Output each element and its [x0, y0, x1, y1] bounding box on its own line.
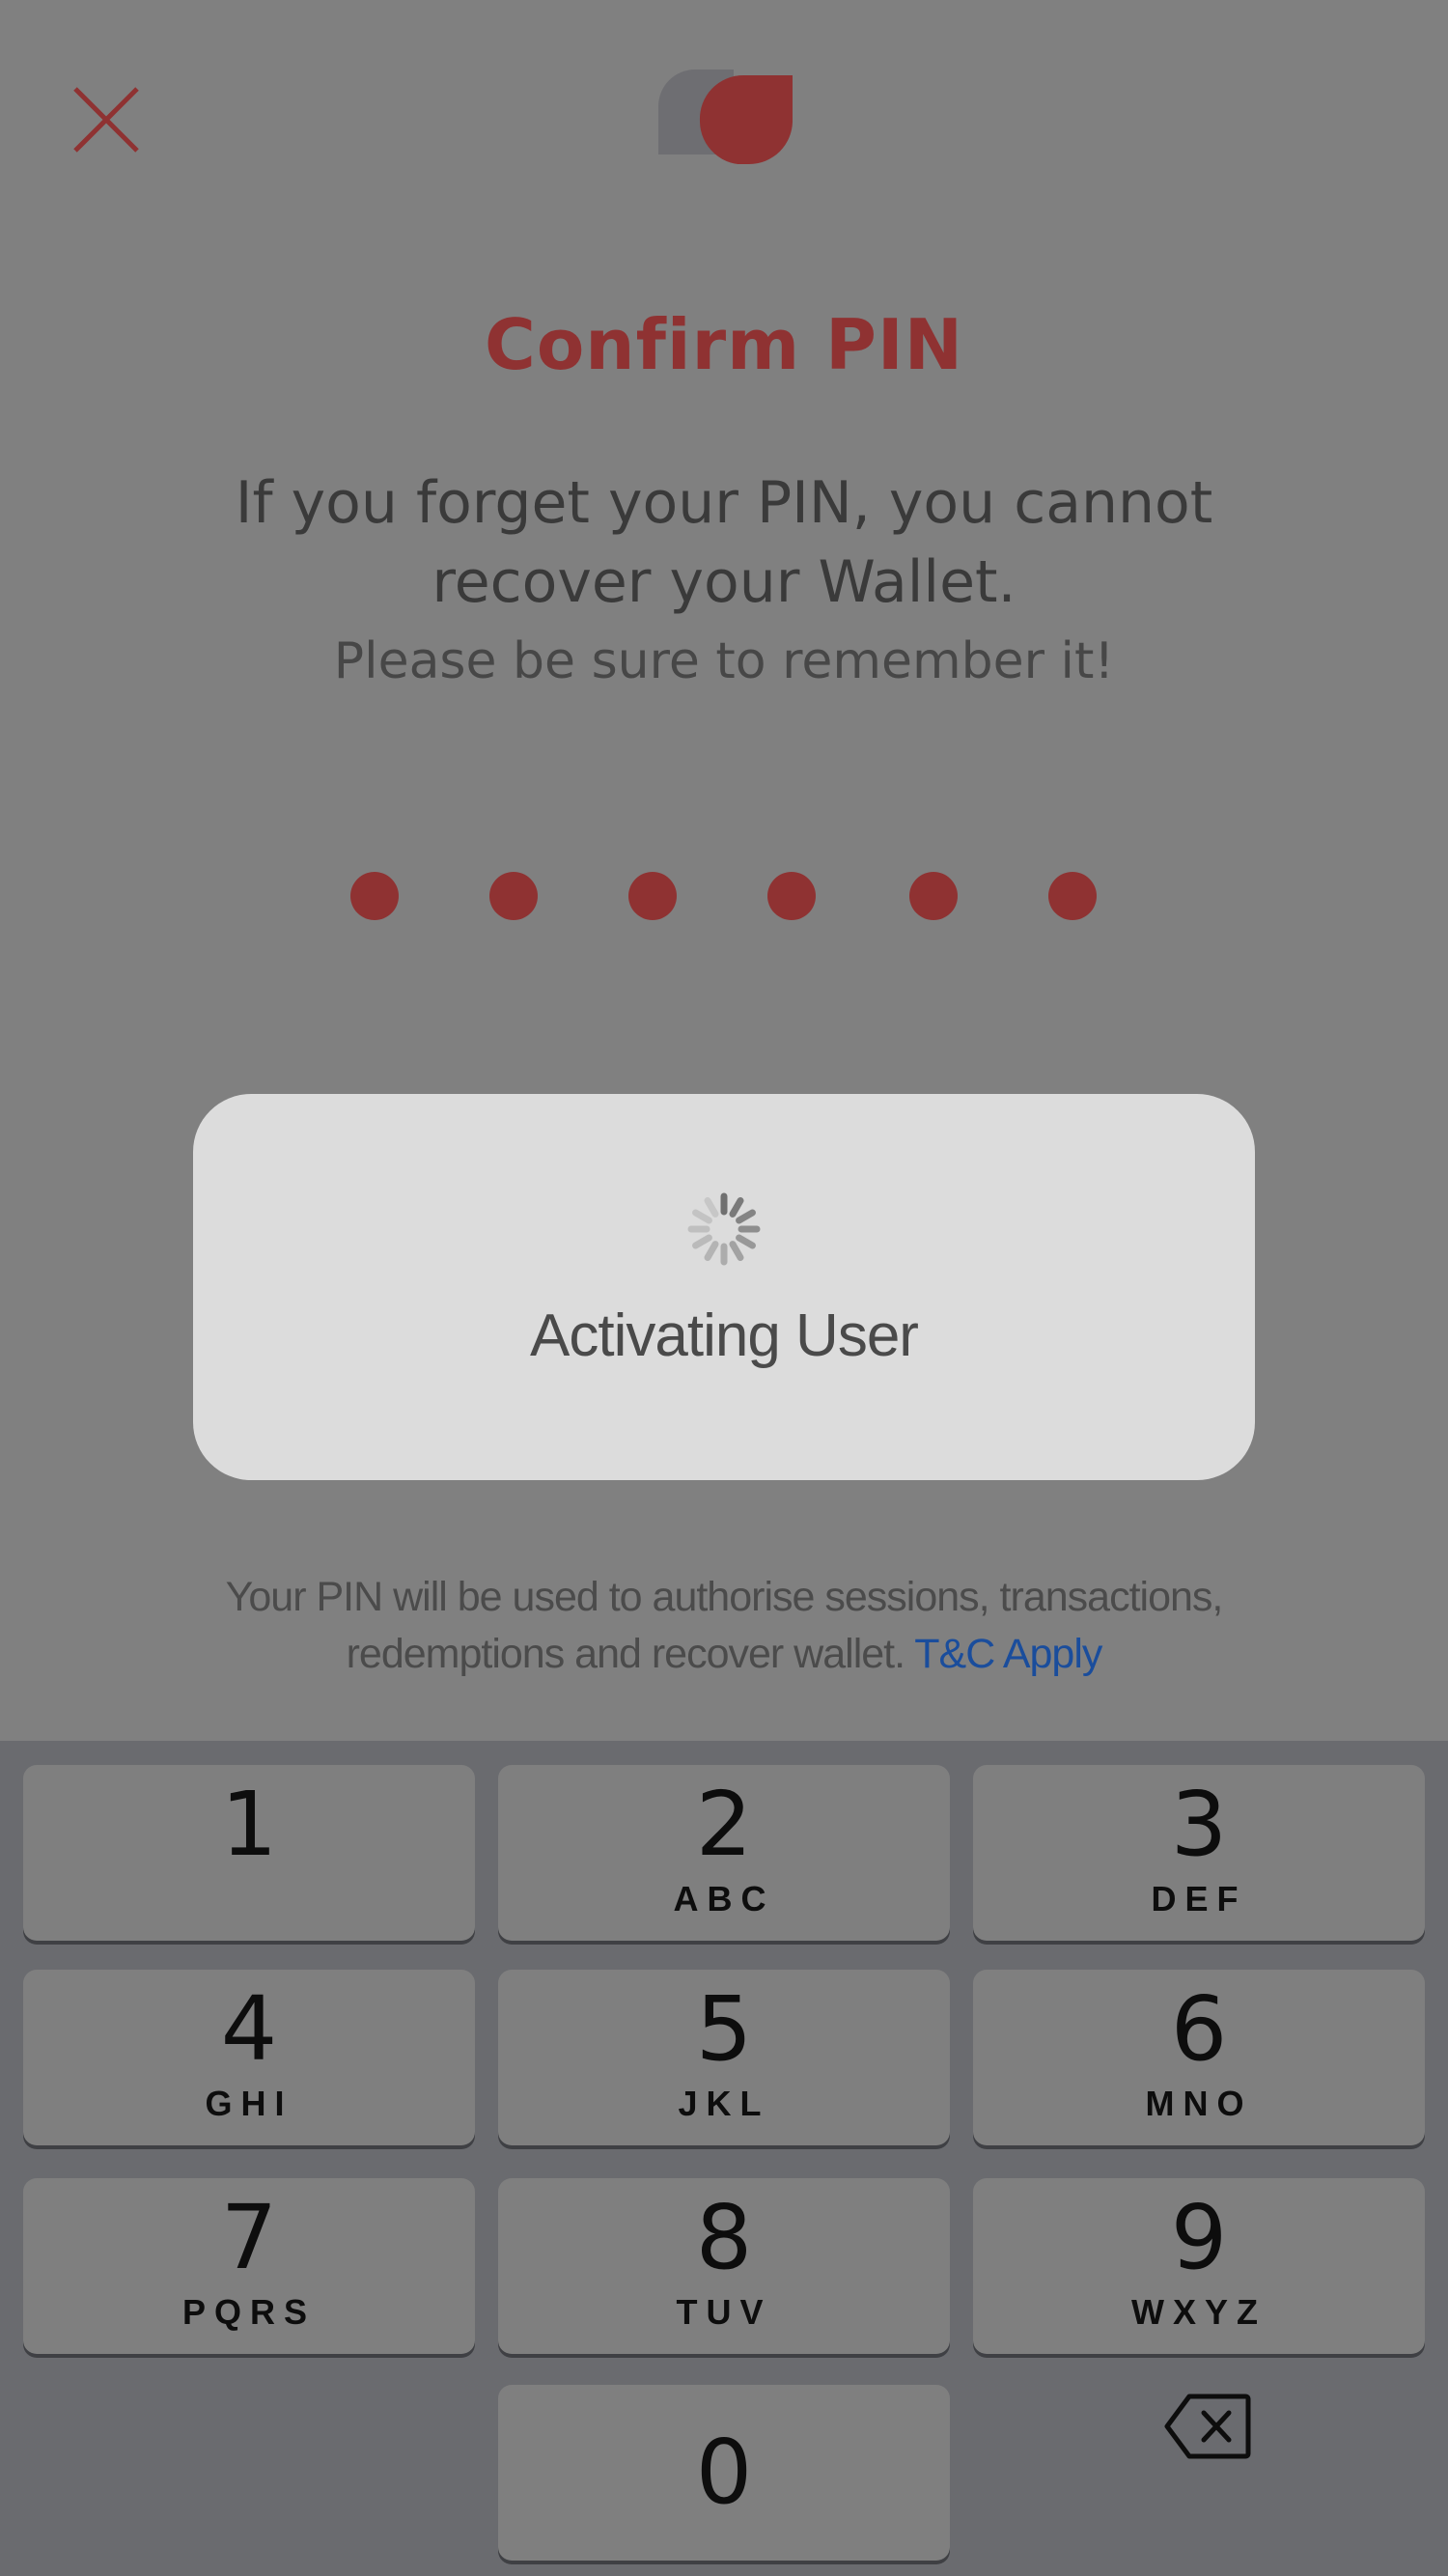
key-9[interactable]: 9 WXYZ [973, 2178, 1425, 2354]
key-3[interactable]: 3 DEF [973, 1765, 1425, 1941]
pin-warning-line-1: If you forget your PIN, you cannot [235, 469, 1213, 537]
close-button[interactable] [68, 81, 145, 158]
pin-dot [489, 872, 538, 920]
key-digit: 2 [695, 1773, 753, 1876]
pin-indicator [0, 872, 1448, 920]
key-2[interactable]: 2 ABC [498, 1765, 950, 1941]
key-letters: PQRS [181, 2292, 317, 2332]
key-8[interactable]: 8 TUV [498, 2178, 950, 2354]
app-logo [656, 68, 796, 165]
key-letters: WXYZ [1131, 2292, 1267, 2332]
key-digit: 6 [1170, 1977, 1228, 2081]
key-letters: GHI [205, 2084, 293, 2123]
app-logo-icon [658, 70, 793, 165]
key-letters: ABC [673, 1879, 775, 1918]
backspace-icon [1164, 2394, 1251, 2459]
key-digit: 3 [1170, 1773, 1228, 1876]
page-title: Confirm PIN [485, 304, 963, 385]
loading-dialog: Activating User [193, 1094, 1255, 1480]
key-digit: 1 [220, 1773, 278, 1876]
key-digit: 9 [1170, 2186, 1228, 2289]
pin-dot [909, 872, 958, 920]
key-5[interactable]: 5 JKL [498, 1970, 950, 2145]
pin-dot [767, 872, 816, 920]
key-digit: 7 [220, 2186, 278, 2289]
key-6[interactable]: 6 MNO [973, 1970, 1425, 2145]
backspace-button[interactable] [1164, 2393, 1251, 2460]
key-letters: JKL [678, 2084, 770, 2123]
key-digit: 8 [695, 2186, 753, 2289]
key-4[interactable]: 4 GHI [23, 1970, 475, 2145]
pin-reminder: Please be sure to remember it! [333, 632, 1115, 690]
terms-link[interactable]: T&C Apply [914, 1631, 1102, 1677]
spinner-icon [687, 1192, 761, 1266]
close-icon [73, 87, 139, 153]
pin-dot [350, 872, 399, 920]
key-digit: 0 [695, 2421, 753, 2524]
key-digit: 5 [695, 1977, 753, 2081]
key-0[interactable]: 0 [498, 2385, 950, 2561]
pin-confirm-screen: Confirm PIN If you forget your PIN, you … [0, 0, 1448, 2576]
key-letters: DEF [1151, 1879, 1247, 1918]
key-1[interactable]: 1 [23, 1765, 475, 1941]
pin-dot [628, 872, 677, 920]
pin-info: Your PIN will be used to authorise sessi… [145, 1569, 1303, 1683]
key-digit: 4 [220, 1977, 278, 2081]
pin-dot [1048, 872, 1097, 920]
key-7[interactable]: 7 PQRS [23, 2178, 475, 2354]
key-letters: TUV [676, 2292, 772, 2332]
pin-warning-line-2: recover your Wallet. [432, 548, 1016, 616]
loading-message: Activating User [530, 1302, 919, 1369]
key-letters: MNO [1145, 2084, 1253, 2123]
pin-warning: If you forget your PIN, you cannot recov… [193, 463, 1255, 622]
